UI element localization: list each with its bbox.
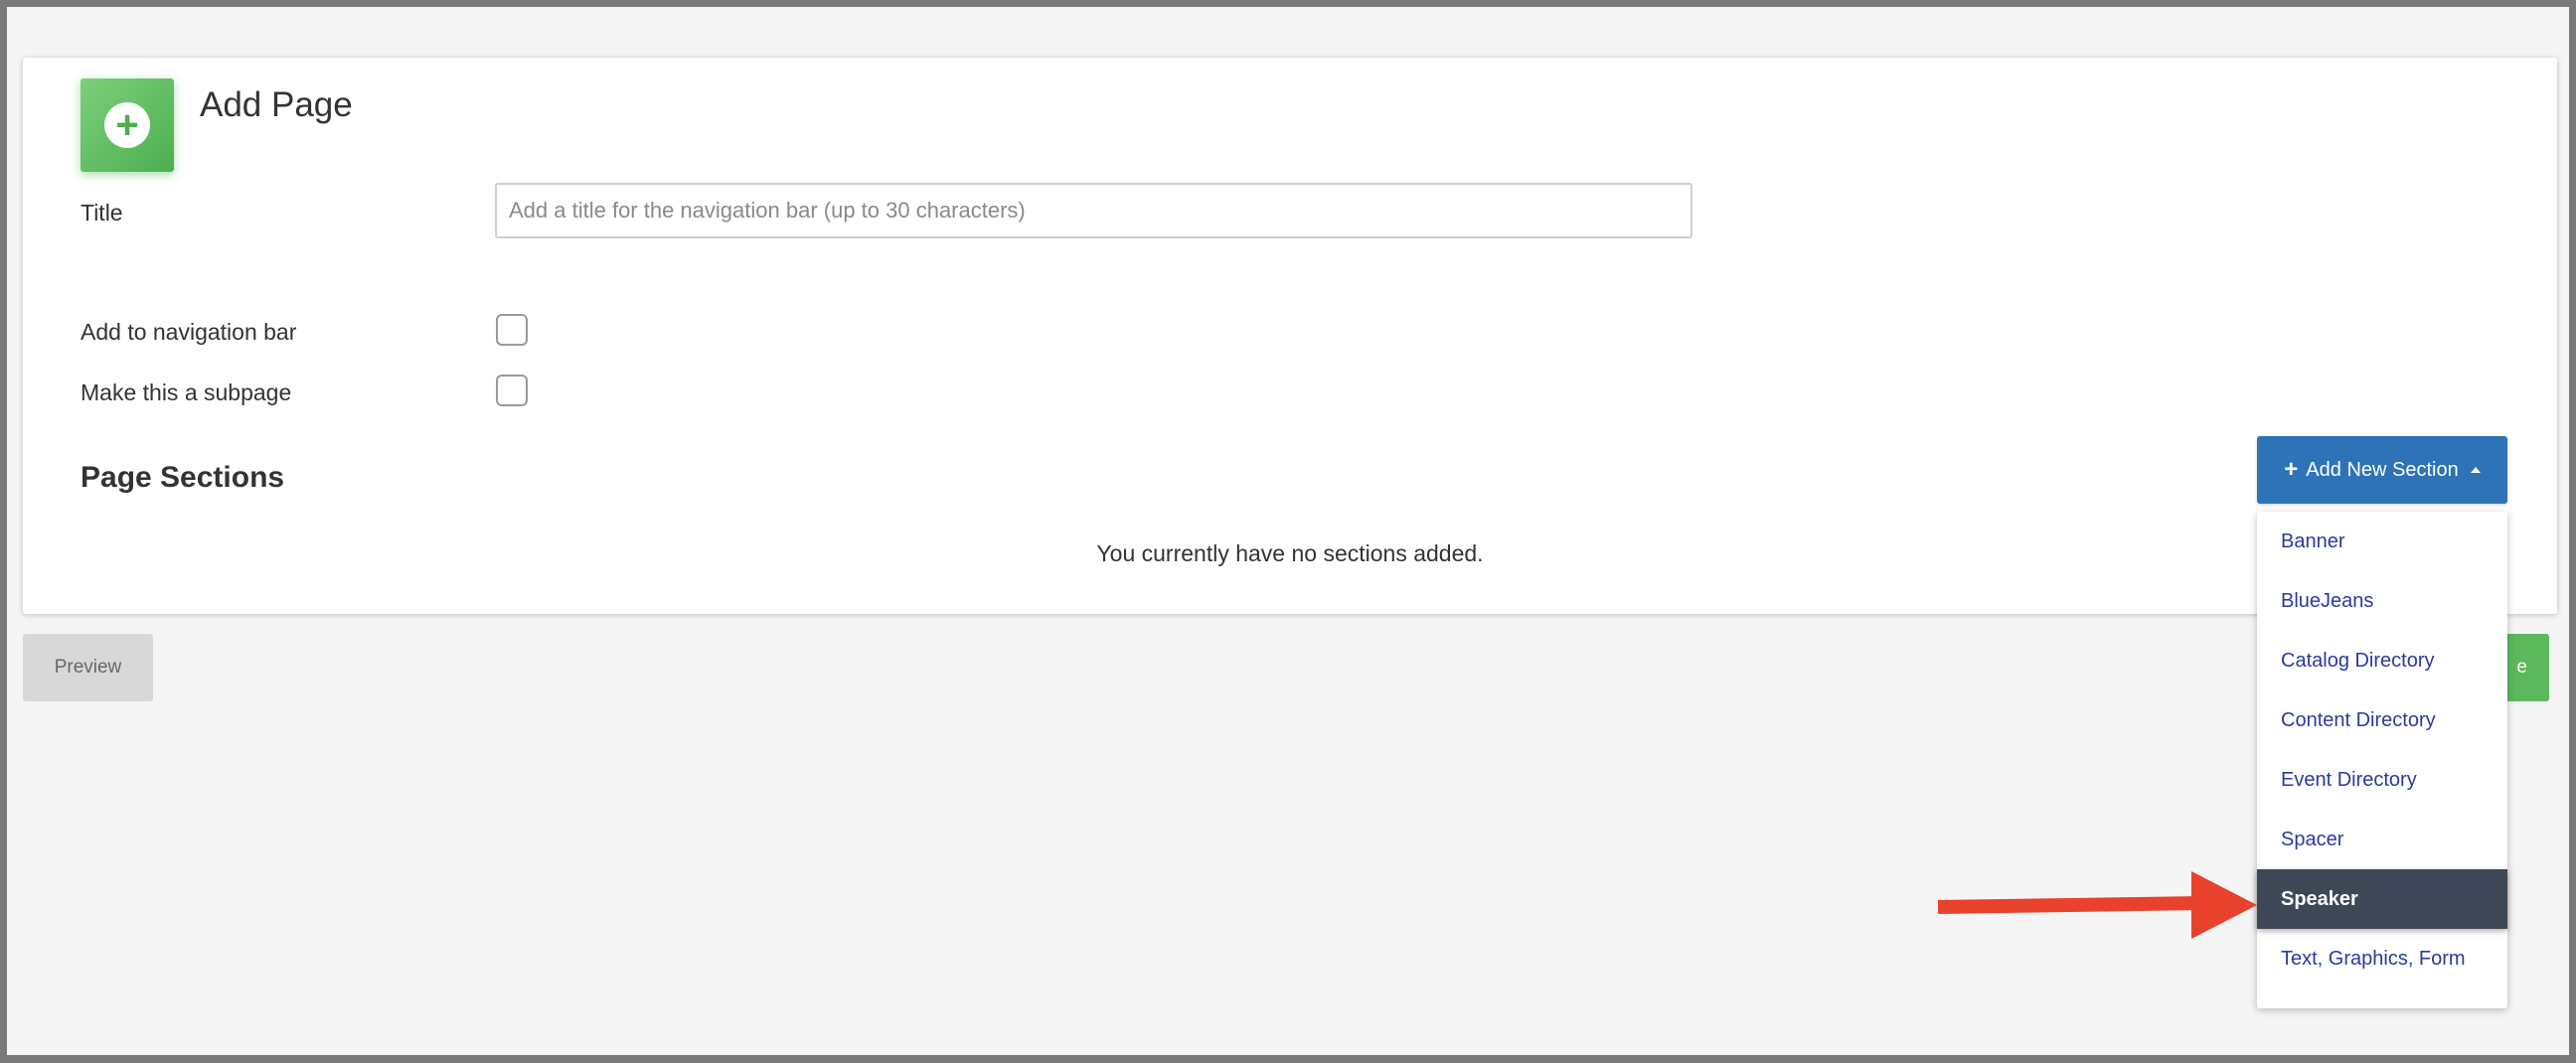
app-frame: + Add Page Title Add to navigation bar M…	[7, 7, 2569, 1055]
annotation-arrow-icon	[1937, 871, 2257, 939]
